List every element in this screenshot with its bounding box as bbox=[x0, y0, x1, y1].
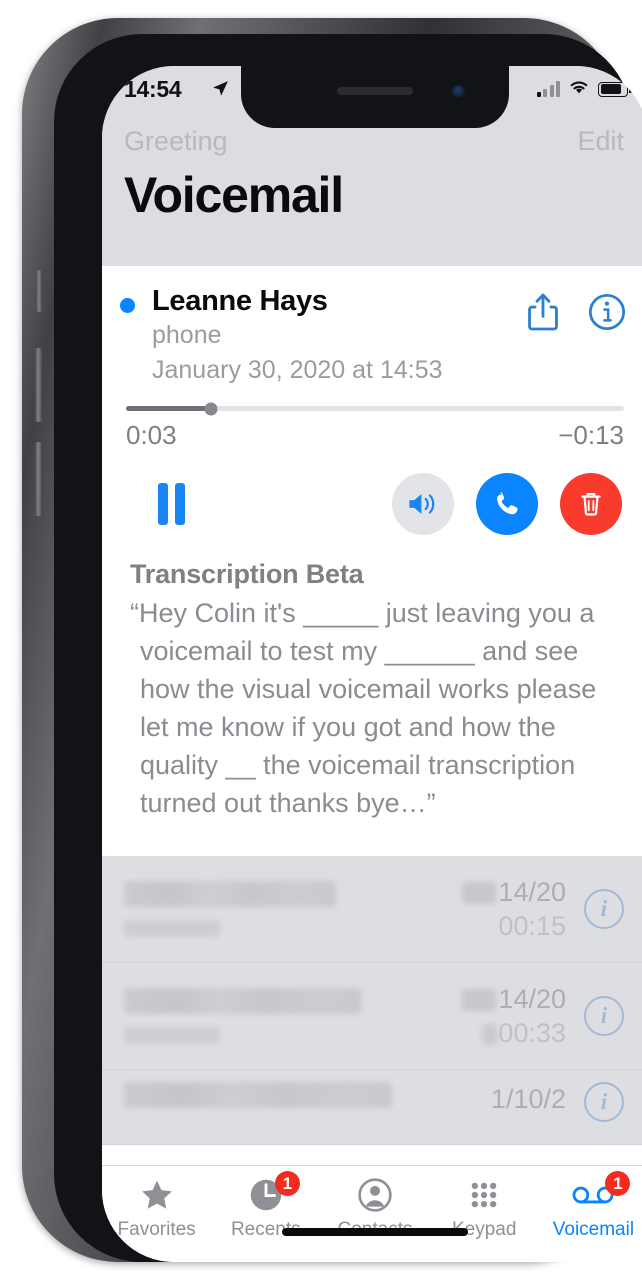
phone-screen: 14:54 Greeting Edit Voicemail Leanne Hay… bbox=[102, 66, 642, 1262]
info-icon[interactable]: i bbox=[584, 996, 624, 1036]
notch bbox=[241, 66, 509, 128]
wifi-icon bbox=[568, 78, 590, 100]
row-date: 14/20 bbox=[462, 982, 566, 1016]
expanded-voicemail-card[interactable]: Leanne Hays phone January 30, 2020 at 14… bbox=[102, 266, 642, 856]
screenshot-root: 14:54 Greeting Edit Voicemail Leanne Hay… bbox=[0, 0, 642, 1280]
transcription-text: “Hey Colin it's _____ just leaving you a… bbox=[130, 598, 597, 818]
progress-thumb[interactable] bbox=[204, 402, 218, 415]
row-duration: 00:15 bbox=[498, 911, 566, 941]
tab-label: Voicemail bbox=[552, 1219, 635, 1240]
nav-header: Greeting Edit Voicemail bbox=[102, 114, 642, 266]
status-bar-indicators bbox=[536, 78, 632, 100]
redacted-date-part bbox=[462, 882, 497, 904]
info-icon[interactable]: i bbox=[584, 1082, 624, 1122]
keypad-icon bbox=[467, 1175, 501, 1215]
list-item[interactable]: 14/20 00:15 i bbox=[102, 856, 642, 963]
tab-bar: Favorites 1 Recents Keypad 1 Voicemail bbox=[102, 1165, 642, 1262]
share-icon[interactable] bbox=[526, 292, 560, 337]
redacted-contact bbox=[124, 881, 462, 937]
row-duration: 00:33 bbox=[462, 1016, 566, 1050]
redacted-label bbox=[124, 1027, 220, 1044]
playback-actions bbox=[102, 451, 642, 541]
redacted-contact bbox=[124, 1082, 491, 1108]
volume-up-button[interactable] bbox=[35, 348, 43, 422]
badge: 1 bbox=[274, 1171, 300, 1196]
row-meta: 1/10/2 bbox=[491, 1082, 566, 1116]
front-camera bbox=[452, 85, 465, 98]
transcription-title: Transcription Beta bbox=[130, 559, 364, 589]
redacted-label bbox=[124, 920, 220, 937]
volume-down-button[interactable] bbox=[35, 442, 43, 516]
mute-switch[interactable] bbox=[36, 270, 43, 312]
badge: 1 bbox=[605, 1171, 631, 1196]
progress-fill bbox=[126, 406, 211, 411]
greeting-button[interactable]: Greeting bbox=[124, 126, 228, 157]
earpiece-speaker bbox=[337, 87, 413, 95]
voicemail-icon: 1 bbox=[572, 1171, 631, 1215]
trash-icon[interactable] bbox=[560, 473, 622, 535]
redacted-name bbox=[124, 881, 336, 907]
clock-icon: 1 bbox=[248, 1171, 300, 1215]
row-date: 1/10/2 bbox=[490, 1084, 566, 1114]
row-date: 14/20 bbox=[462, 875, 566, 909]
playback-times: 0:03 −0:13 bbox=[126, 420, 624, 451]
status-bar-time: 14:54 bbox=[124, 76, 182, 102]
secondary-actions bbox=[392, 473, 622, 535]
info-icon[interactable]: i bbox=[584, 889, 624, 929]
redacted-name bbox=[124, 988, 362, 1014]
tab-favorites[interactable]: Favorites bbox=[102, 1166, 211, 1241]
home-indicator[interactable] bbox=[282, 1228, 468, 1236]
remaining-time: −0:13 bbox=[558, 420, 624, 450]
star-icon bbox=[139, 1175, 175, 1215]
redacted-name bbox=[124, 1082, 392, 1108]
info-icon[interactable] bbox=[588, 293, 626, 336]
unread-dot bbox=[120, 298, 135, 313]
person-circle-icon bbox=[357, 1175, 393, 1215]
voicemail-header: Leanne Hays phone January 30, 2020 at 14… bbox=[102, 266, 642, 388]
tab-voicemail[interactable]: 1 Voicemail bbox=[539, 1166, 642, 1241]
speaker-icon[interactable] bbox=[392, 473, 454, 535]
playback-progress[interactable]: 0:03 −0:13 bbox=[102, 388, 642, 451]
row-meta: 14/20 00:33 bbox=[462, 982, 566, 1050]
page-title: Voicemail bbox=[124, 167, 344, 223]
elapsed-time: 0:03 bbox=[126, 420, 177, 450]
list-item[interactable]: 14/20 00:33 i bbox=[102, 963, 642, 1070]
battery-icon bbox=[598, 81, 632, 97]
edit-button[interactable]: Edit bbox=[577, 126, 624, 157]
tab-label: Favorites bbox=[117, 1219, 196, 1240]
redacted-date-part bbox=[462, 989, 497, 1011]
device-bezel: 14:54 Greeting Edit Voicemail Leanne Hay… bbox=[54, 34, 642, 1262]
redacted-contact bbox=[124, 988, 462, 1044]
location-arrow-icon bbox=[212, 80, 229, 102]
dimmed-voicemail-rows[interactable]: 14/20 00:15 i 14/20 00:33 i 1/10/2 i bbox=[102, 856, 642, 1145]
device-frame: 14:54 Greeting Edit Voicemail Leanne Hay… bbox=[22, 18, 642, 1262]
phone-call-icon[interactable] bbox=[476, 473, 538, 535]
voicemail-header-actions bbox=[526, 292, 626, 337]
transcription-section: Transcription Beta “Hey Colin it's _____… bbox=[102, 541, 642, 844]
row-meta: 14/20 00:15 bbox=[462, 875, 566, 943]
progress-track[interactable] bbox=[126, 402, 624, 415]
list-item[interactable]: 1/10/2 i bbox=[102, 1070, 642, 1145]
redacted-duration-part bbox=[482, 1024, 499, 1045]
voicemail-timestamp: January 30, 2020 at 14:53 bbox=[152, 356, 443, 384]
cellular-signal-icon bbox=[536, 81, 560, 97]
pause-icon[interactable] bbox=[158, 483, 185, 525]
voicemail-list[interactable]: Leanne Hays phone January 30, 2020 at 14… bbox=[102, 266, 642, 1166]
